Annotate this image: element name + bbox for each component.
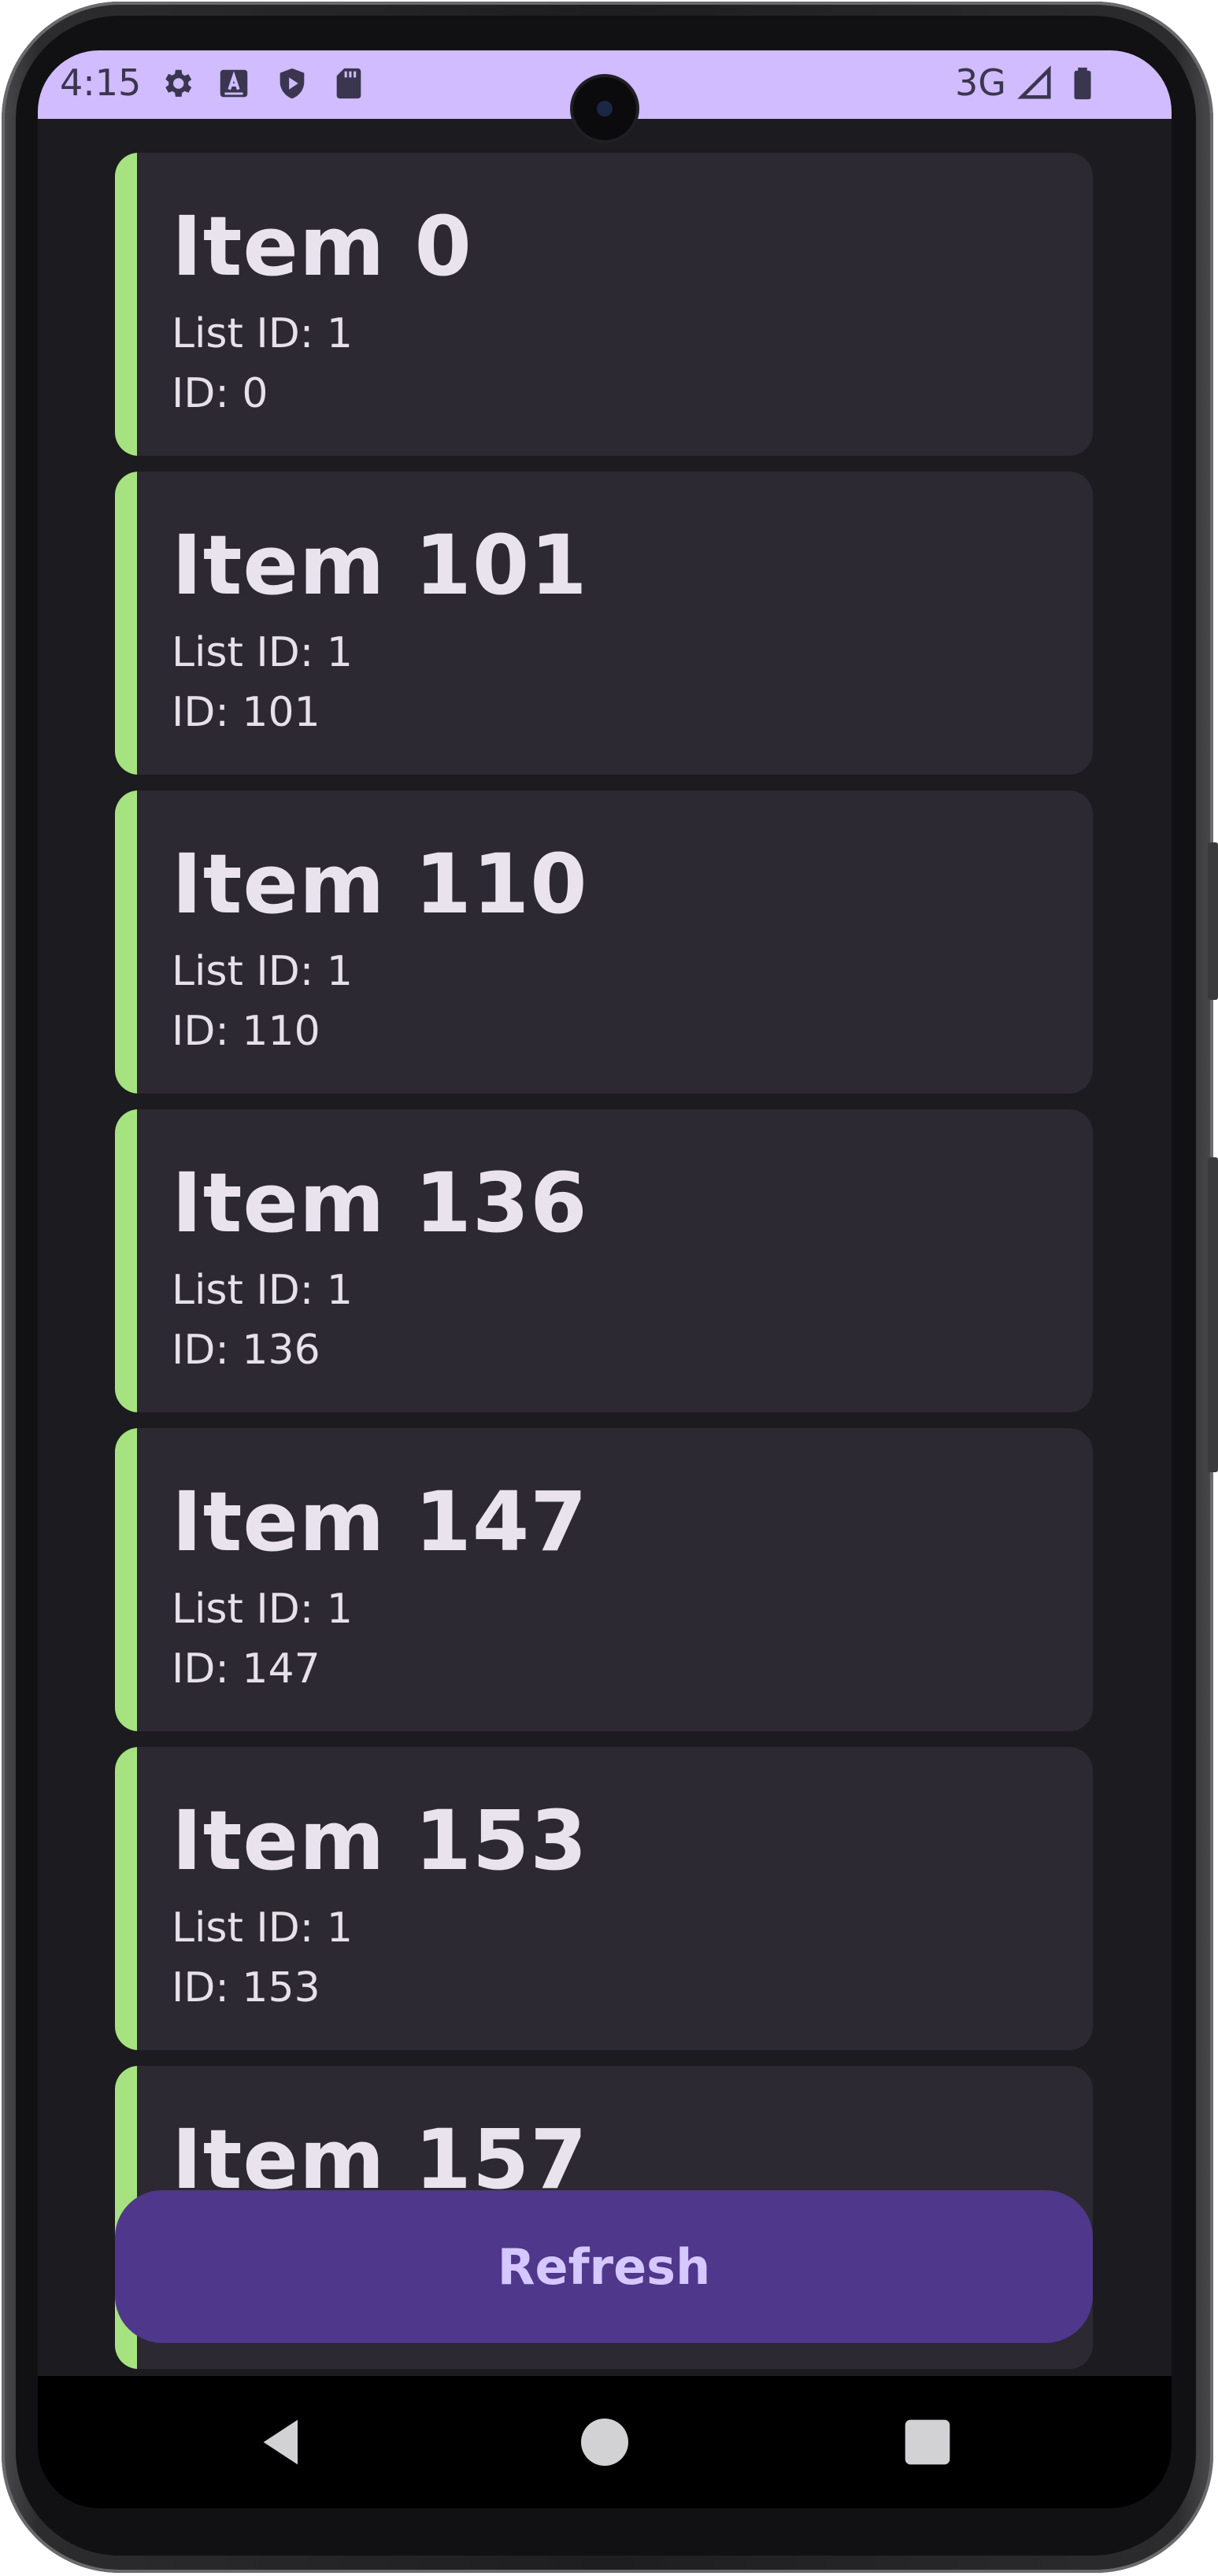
page: 4:15 3G Item 0 List ID: 1 ID: 0 Item 101… <box>0 0 1218 2576</box>
volume-button <box>1208 842 1218 1000</box>
item-id: ID: 153 <box>172 1964 320 2012</box>
item-list-id: List ID: 1 <box>172 948 353 995</box>
card-accent <box>115 1747 137 2050</box>
signal-icon <box>1017 65 1051 99</box>
item-id: ID: 110 <box>172 1008 320 1055</box>
sd-card-icon <box>336 68 361 99</box>
item-list-id: List ID: 1 <box>172 310 353 357</box>
battery-icon <box>1074 67 1091 100</box>
item-id: ID: 0 <box>172 370 268 417</box>
status-time: 4:15 <box>60 61 142 104</box>
item-id: ID: 101 <box>172 689 320 736</box>
card-accent <box>115 1428 137 1731</box>
item-title: Item 153 <box>172 1793 588 1889</box>
list-item[interactable]: Item 110 List ID: 1 ID: 110 <box>115 790 1093 1094</box>
card-accent <box>115 472 137 775</box>
item-id: ID: 136 <box>172 1327 320 1374</box>
item-title: Item 147 <box>172 1474 588 1570</box>
item-list[interactable]: Item 0 List ID: 1 ID: 0 Item 101 List ID… <box>38 119 1172 2426</box>
card-accent <box>115 790 137 1094</box>
recents-icon[interactable] <box>896 2411 959 2474</box>
front-camera <box>573 77 636 140</box>
item-title: Item 136 <box>172 1155 588 1251</box>
item-title: Item 0 <box>172 198 472 294</box>
power-button <box>1208 1157 1218 1472</box>
refresh-button[interactable]: Refresh <box>115 2190 1093 2343</box>
item-list-id: List ID: 1 <box>172 1586 353 1633</box>
keyboard-a-icon <box>220 69 248 98</box>
list-item[interactable]: Item 147 List ID: 1 ID: 147 <box>115 1428 1093 1731</box>
list-item[interactable]: Item 136 List ID: 1 ID: 136 <box>115 1109 1093 1412</box>
card-accent <box>115 1109 137 1412</box>
settings-icon <box>165 69 192 97</box>
item-list-id: List ID: 1 <box>172 1267 353 1314</box>
back-icon[interactable] <box>250 2411 313 2474</box>
list-item[interactable]: Item 0 List ID: 1 ID: 0 <box>115 153 1093 456</box>
item-list-id: List ID: 1 <box>172 629 353 676</box>
list-item[interactable]: Item 153 List ID: 1 ID: 153 <box>115 1747 1093 2050</box>
home-icon[interactable] <box>573 2411 636 2474</box>
screen: 4:15 3G Item 0 List ID: 1 ID: 0 Item 101… <box>38 50 1172 2508</box>
camera-lens <box>597 101 613 117</box>
list-item[interactable]: Item 101 List ID: 1 ID: 101 <box>115 472 1093 775</box>
item-list-id: List ID: 1 <box>172 1904 353 1952</box>
play-protect-icon <box>280 68 305 99</box>
navigation-bar <box>38 2376 1172 2508</box>
item-title: Item 110 <box>172 836 588 932</box>
card-accent <box>115 153 137 456</box>
network-type: 3G <box>955 61 1006 104</box>
item-id: ID: 147 <box>172 1645 320 1693</box>
item-title: Item 101 <box>172 517 588 613</box>
